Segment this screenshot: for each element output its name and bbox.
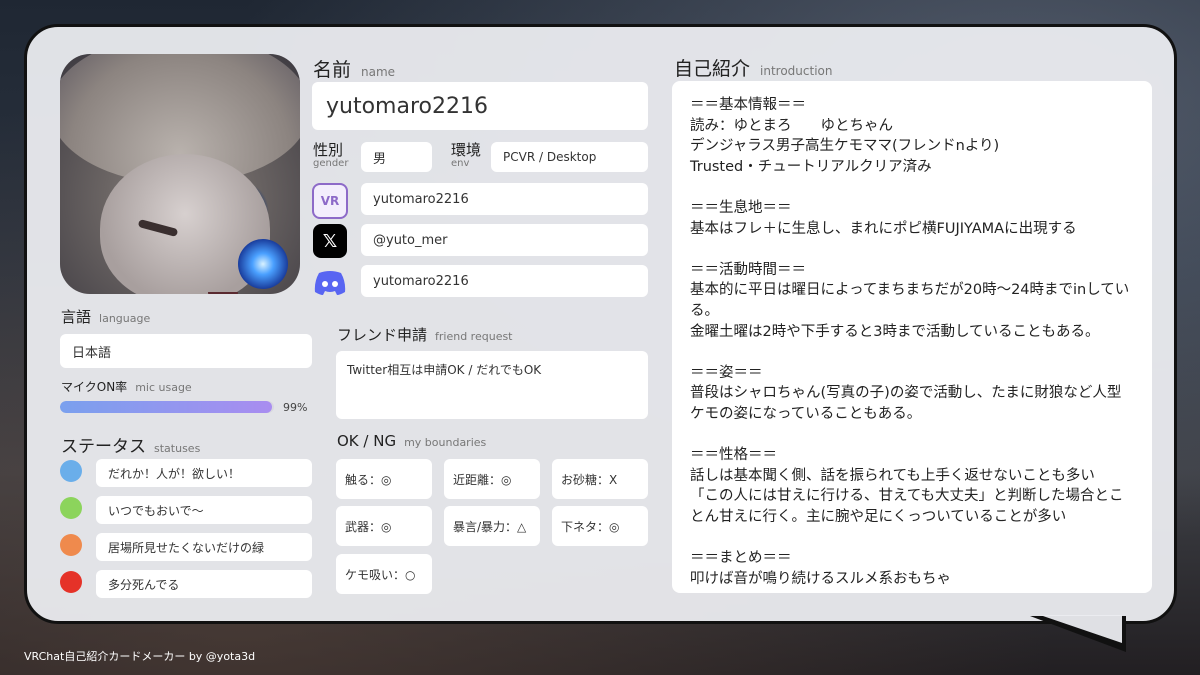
gender-label: 性別 gender — [313, 142, 361, 169]
boundary-sugar: お砂糖：X — [552, 459, 648, 499]
introduction-section-title: 自己紹介 introduction — [674, 54, 832, 81]
env-label-jp: 環境 — [451, 141, 482, 159]
boundary-violence: 暴言/暴力：△ — [444, 506, 540, 546]
mic-usage-value: 99% — [283, 401, 308, 414]
status-item-green: いつでもおいで〜 — [96, 496, 312, 524]
mic-label-en: mic usage — [135, 381, 192, 394]
status-dot-green — [60, 497, 82, 519]
mic-usage-bar — [60, 401, 274, 413]
friend-request-section-title: フレンド申請 friend request — [337, 324, 513, 345]
vrchat-icon: VR — [312, 183, 348, 219]
boundary-dirty-jokes: 下ネタ：◎ — [552, 506, 648, 546]
boundary-weapons: 武器：◎ — [336, 506, 432, 546]
statuses-section-title: ステータス statuses — [61, 432, 200, 457]
mic-section-title: マイクON率 mic usage — [61, 378, 192, 395]
avatar-photo — [60, 54, 300, 294]
friend-request-label-en: friend request — [435, 330, 513, 343]
friend-request-field: Twitter相互は申請OK / だれでもOK — [336, 351, 648, 419]
gender-label-en: gender — [313, 158, 349, 169]
speech-bubble-tail-inner — [1040, 615, 1122, 643]
boundaries-section-title: OK / NG my boundaries — [337, 432, 486, 450]
env-label-en: env — [451, 158, 470, 169]
status-item-red: 多分死んでる — [96, 570, 312, 598]
status-dot-blue — [60, 460, 82, 482]
avatar-mouth — [208, 292, 238, 294]
x-id-field: @yuto_mer — [361, 224, 648, 256]
x-icon: 𝕏 — [313, 224, 347, 258]
vrchat-id-field: yutomaro2216 — [361, 183, 648, 215]
name-section-title: 名前 name — [313, 55, 395, 82]
discord-logo-svg — [314, 271, 346, 295]
language-field: 日本語 — [60, 334, 312, 368]
language-label-jp: 言語 — [61, 308, 92, 326]
language-label-en: language — [99, 312, 151, 325]
friend-request-label-jp: フレンド申請 — [337, 326, 428, 344]
env-label: 環境 env — [451, 142, 491, 169]
introduction-label-jp: 自己紹介 — [674, 58, 751, 80]
discord-icon — [312, 265, 348, 301]
avatar-eye-glow — [238, 239, 288, 289]
boundaries-label-en: my boundaries — [404, 436, 487, 449]
footer-credit: VRChat自己紹介カードメーカー by @yota3d — [24, 650, 256, 663]
statuses-label-en: statuses — [154, 442, 201, 455]
boundary-kemo-sniff: ケモ吸い：○ — [336, 554, 432, 594]
name-field: yutomaro2216 — [312, 82, 648, 130]
env-field: PCVR / Desktop — [491, 142, 648, 172]
boundary-touch: 触る：◎ — [336, 459, 432, 499]
introduction-text: ＝＝基本情報＝＝ 読み：ゆとまろ ゆとちゃん デンジャラス男子高生ケモママ(フレ… — [672, 81, 1152, 593]
statuses-label-jp: ステータス — [61, 437, 146, 457]
status-dot-red — [60, 571, 82, 593]
status-item-blue: だれか！人が！欲しい！ — [96, 459, 312, 487]
language-section-title: 言語 language — [61, 306, 150, 327]
boundary-close-distance: 近距離：◎ — [444, 459, 540, 499]
discord-id-field: yutomaro2216 — [361, 265, 648, 297]
gender-label-jp: 性別 — [313, 141, 344, 159]
gender-field: 男 — [361, 142, 432, 172]
name-label-en: name — [361, 65, 396, 79]
mic-usage-fill — [60, 401, 272, 413]
status-item-orange: 居場所見せたくないだけの緑 — [96, 533, 312, 561]
status-dot-orange — [60, 534, 82, 556]
mic-label-jp: マイクON率 — [61, 380, 128, 394]
introduction-label-en: introduction — [760, 64, 833, 78]
name-label-jp: 名前 — [313, 59, 352, 81]
boundaries-label-jp: OK / NG — [337, 432, 397, 450]
